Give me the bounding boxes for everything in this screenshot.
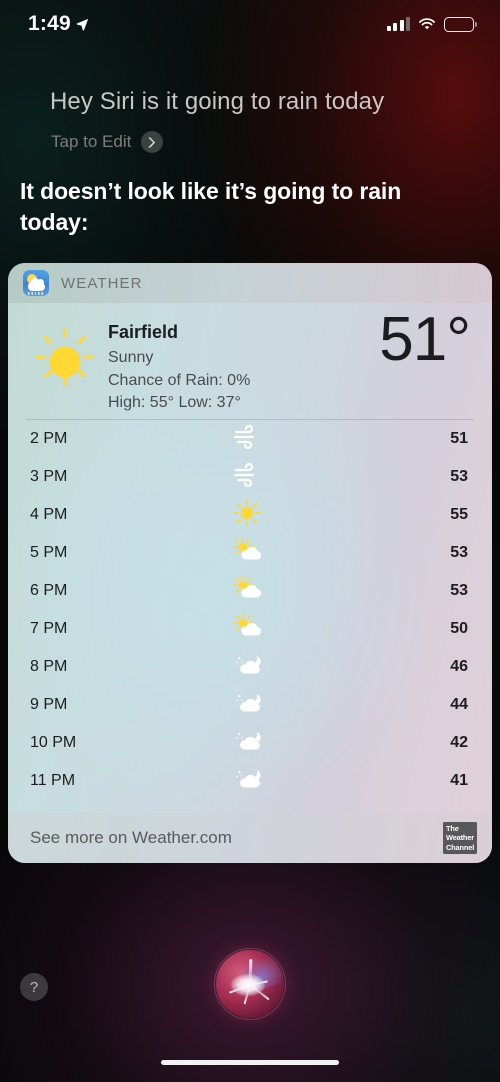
hourly-time: 11 PM: [30, 772, 76, 789]
hourly-temp: 46: [450, 658, 468, 675]
tap-to-edit-label: Tap to Edit: [51, 132, 132, 151]
hourly-temp: 53: [450, 582, 468, 599]
moon-behind-cloud-icon: [232, 728, 266, 758]
current-temperature: 51°: [379, 305, 471, 374]
wind-icon: [232, 424, 266, 454]
hourly-temp: 41: [450, 772, 468, 789]
weather-card[interactable]: WEATHER Fairfield Sunny Chance of Rain: …: [8, 263, 492, 863]
hourly-row: 2 PM 51: [30, 420, 468, 458]
hourly-row: 10 PM 42: [30, 724, 468, 762]
hourly-row: 11 PM 41: [30, 762, 468, 800]
hourly-time: 8 PM: [30, 658, 68, 675]
hourly-row: 8 PM 46: [30, 648, 468, 686]
weather-card-footer[interactable]: See more on Weather.com The Weather Chan…: [8, 813, 492, 863]
weather-card-title: WEATHER: [61, 274, 143, 292]
moon-behind-cloud-icon: [232, 766, 266, 796]
hourly-time: 7 PM: [30, 620, 68, 637]
hourly-time: 6 PM: [30, 582, 68, 599]
hourly-time: 4 PM: [30, 506, 68, 523]
sun-behind-cloud-icon: [232, 536, 266, 568]
hourly-temp: 42: [450, 734, 468, 751]
see-more-link[interactable]: See more on Weather.com: [30, 828, 232, 848]
wind-icon: [232, 462, 266, 492]
hourly-row: 7 PM 50: [30, 610, 468, 648]
current-conditions: Fairfield Sunny Chance of Rain: 0% High:…: [8, 303, 492, 419]
battery-icon: [444, 16, 477, 32]
hourly-time: 2 PM: [30, 430, 68, 447]
hourly-temp: 55: [450, 506, 468, 523]
help-label: ?: [29, 978, 39, 996]
sun-icon: [26, 323, 104, 401]
high-low-text: High: 55° Low: 37°: [108, 394, 241, 412]
siri-query-text: Hey Siri is it going to rain today: [50, 88, 385, 115]
hourly-time: 3 PM: [30, 468, 68, 485]
hourly-row: 4 PM 55: [30, 496, 468, 534]
weather-app-icon: [23, 270, 49, 296]
sun-icon: [232, 498, 266, 530]
logo-line-1: The: [446, 823, 459, 833]
hourly-temp: 53: [450, 468, 468, 485]
hourly-row: 5 PM 53: [30, 534, 468, 572]
chevron-right-icon[interactable]: [141, 131, 164, 153]
status-bar: 1:49: [0, 0, 500, 48]
home-indicator[interactable]: [161, 1059, 339, 1065]
weather-channel-logo: The Weather Channel: [443, 822, 477, 854]
tap-to-edit-button[interactable]: Tap to Edit: [51, 131, 164, 153]
hourly-row: 9 PM 44: [30, 686, 468, 724]
logo-line-3: Channel: [446, 842, 475, 852]
hourly-time: 9 PM: [30, 696, 68, 713]
sun-behind-cloud-icon: [232, 612, 266, 644]
moon-behind-cloud-icon: [232, 690, 266, 720]
sun-behind-cloud-icon: [232, 574, 266, 606]
hourly-temp: 44: [450, 696, 468, 713]
status-bar-clock: 1:49: [28, 12, 89, 36]
hourly-time: 5 PM: [30, 544, 68, 561]
clock-time: 1:49: [28, 12, 71, 35]
logo-line-2: Weather: [446, 833, 474, 843]
weather-card-header: WEATHER: [8, 263, 492, 303]
hourly-row: 6 PM 53: [30, 572, 468, 610]
cellular-bars-icon: [386, 16, 410, 31]
wifi-icon: [419, 18, 435, 30]
siri-help-button[interactable]: ?: [20, 973, 48, 1001]
hourly-forecast-list: 2 PM 51 3 PM 53 4 PM 55 5 PM 53 6 PM 53 7 PM 50 8 PM…: [8, 420, 492, 800]
moon-behind-cloud-icon: [232, 652, 266, 682]
hourly-temp: 50: [450, 620, 468, 637]
status-bar-indicators: [386, 16, 477, 32]
hourly-temp: 53: [450, 544, 468, 561]
hourly-time: 10 PM: [30, 734, 77, 751]
siri-answer-text: It doesn’t look like it’s going to rain …: [20, 178, 402, 235]
location-arrow-icon: [76, 18, 89, 30]
siri-orb-icon[interactable]: [214, 948, 286, 1020]
hourly-temp: 51: [450, 430, 468, 447]
siri-screen: 1:49 Hey Siri is it going to rain today …: [0, 0, 500, 1082]
hourly-row: 3 PM 53: [30, 458, 468, 496]
